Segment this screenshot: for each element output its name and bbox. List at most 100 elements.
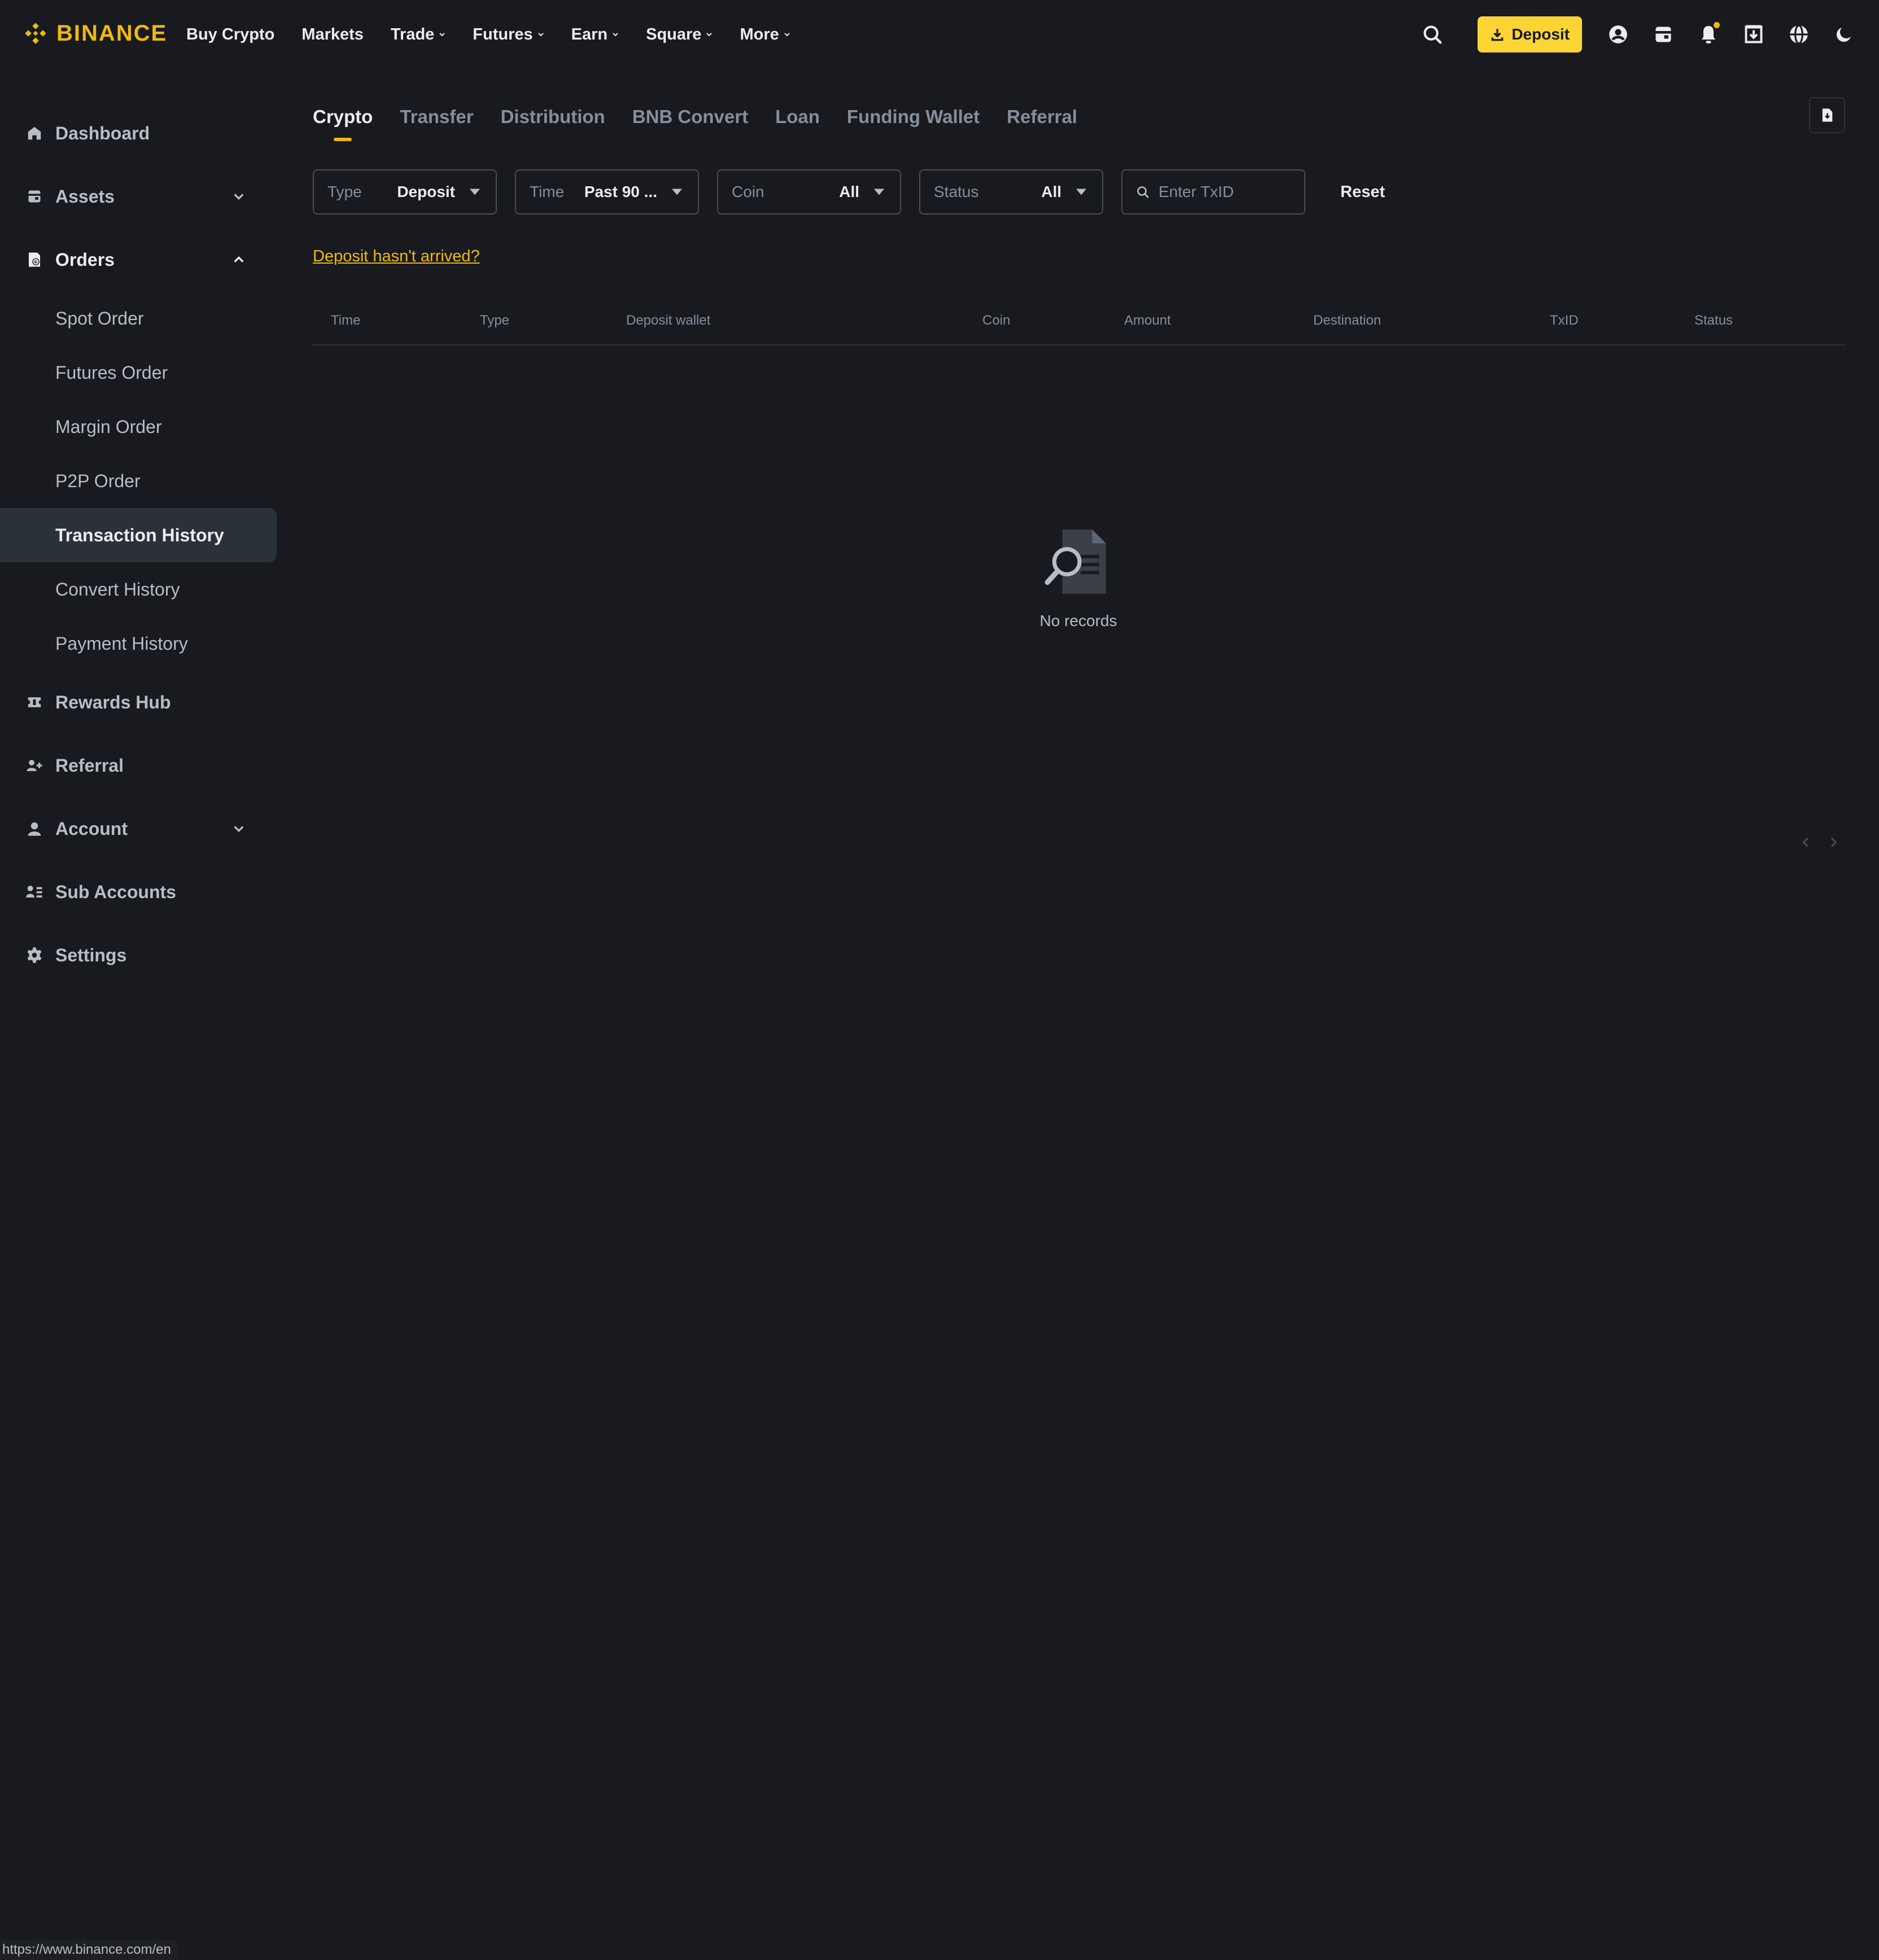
search-icon[interactable]	[1420, 22, 1445, 47]
sidebar-subitem-label: P2P Order	[55, 470, 141, 491]
sidebar-item-label: Sub Accounts	[55, 881, 176, 902]
column-header-destination[interactable]: Destination	[1313, 313, 1381, 329]
wallet-icon	[25, 187, 44, 206]
sidebar: Dashboard Assets Orders Spot Order Futur…	[0, 102, 277, 987]
nav-square[interactable]: Square	[646, 25, 713, 44]
type-select-value: Deposit	[397, 183, 455, 200]
gear-icon	[25, 946, 44, 965]
tab-transfer[interactable]: Transfer	[400, 106, 473, 128]
chevron-down-icon	[439, 33, 445, 37]
sidebar-item-label: Orders	[55, 249, 115, 270]
wallet-icon[interactable]	[1651, 22, 1676, 47]
nav-label: Earn	[571, 25, 608, 43]
binance-logo-icon	[25, 23, 46, 44]
sidebar-item-sub-accounts[interactable]: Sub Accounts	[0, 860, 277, 924]
column-header-type[interactable]: Type	[480, 313, 509, 329]
table-header: Time Type Deposit wallet Coin Amount Des…	[313, 299, 1845, 345]
globe-icon[interactable]	[1786, 22, 1811, 47]
sidebar-subitem-convert-history[interactable]: Convert History	[0, 562, 277, 616]
column-header-txid[interactable]: TxID	[1550, 313, 1579, 329]
sidebar-item-account[interactable]: Account	[0, 797, 277, 860]
time-select-label: Time	[530, 183, 565, 200]
column-header-deposit-wallet[interactable]: Deposit wallet	[626, 313, 710, 329]
sidebar-subitem-margin-order[interactable]: Margin Order	[0, 400, 277, 454]
sidebar-item-label: Referral	[55, 755, 124, 776]
sidebar-item-assets[interactable]: Assets	[0, 165, 277, 228]
time-select[interactable]: Time Past 90 ...	[515, 169, 699, 215]
brand-name: BINANCE	[56, 20, 168, 46]
chevron-right-icon[interactable]	[1828, 835, 1838, 849]
deposit-not-arrived-link[interactable]: Deposit hasn't arrived?	[313, 247, 480, 266]
sidebar-item-label: Assets	[55, 186, 115, 207]
sidebar-subitem-label: Convert History	[55, 579, 180, 600]
deposit-button[interactable]: Deposit	[1478, 16, 1582, 53]
user-icon[interactable]	[1606, 22, 1631, 47]
nav-label: Buy Crypto	[186, 25, 275, 43]
history-tabs: Crypto Transfer Distribution BNB Convert…	[313, 106, 1077, 128]
binance-logo[interactable]: BINANCE	[23, 20, 167, 46]
sidebar-subitem-p2p-order[interactable]: P2P Order	[0, 454, 277, 508]
chevron-left-icon[interactable]	[1801, 835, 1811, 849]
caret-down-icon	[874, 189, 884, 195]
column-header-coin[interactable]: Coin	[982, 313, 1010, 329]
download-app-icon[interactable]	[1741, 22, 1766, 47]
nav-buy-crypto[interactable]: Buy Crypto	[186, 25, 274, 44]
pagination	[1801, 835, 1838, 849]
coin-select[interactable]: Coin All	[717, 169, 901, 215]
caret-down-icon	[1076, 189, 1086, 195]
chevron-down-icon	[234, 194, 244, 200]
export-file-icon	[1822, 108, 1833, 122]
type-select-label: Type	[327, 183, 362, 200]
empty-state: No records	[1015, 525, 1142, 630]
tab-bnb-convert[interactable]: BNB Convert	[632, 106, 748, 128]
top-header: BINANCE Buy Crypto Markets Trade Futures…	[0, 0, 1879, 69]
nav-trade[interactable]: Trade	[391, 25, 445, 44]
sidebar-item-dashboard[interactable]: Dashboard	[0, 102, 277, 165]
nav-futures[interactable]: Futures	[473, 25, 544, 44]
export-button[interactable]	[1809, 97, 1845, 133]
sidebar-subitem-transaction-history[interactable]: Transaction History	[0, 508, 277, 562]
txid-placeholder: Enter TxID	[1159, 183, 1234, 200]
sub-accounts-icon	[25, 882, 44, 902]
moon-icon[interactable]	[1832, 22, 1856, 47]
sidebar-item-referral[interactable]: Referral	[0, 734, 277, 797]
sidebar-subitem-spot-order[interactable]: Spot Order	[0, 291, 277, 345]
sidebar-item-rewards-hub[interactable]: Rewards Hub	[0, 671, 277, 734]
nav-more[interactable]: More	[740, 25, 790, 44]
tab-funding-wallet[interactable]: Funding Wallet	[847, 106, 980, 128]
column-header-amount[interactable]: Amount	[1124, 313, 1171, 329]
add-user-icon	[25, 756, 44, 775]
sidebar-subitem-payment-history[interactable]: Payment History	[0, 616, 277, 671]
nav-label: More	[740, 25, 779, 43]
chevron-down-icon	[234, 826, 244, 833]
sidebar-subitem-label: Margin Order	[55, 416, 162, 437]
coin-select-value: All	[839, 183, 859, 200]
sidebar-subitem-label: Payment History	[55, 633, 188, 654]
filter-bar: Type Deposit Time Past 90 ... Coin All S…	[313, 169, 1385, 215]
nav-markets[interactable]: Markets	[301, 25, 364, 44]
reset-button[interactable]: Reset	[1340, 183, 1385, 202]
type-select[interactable]: Type Deposit	[313, 169, 497, 215]
sidebar-subitem-futures-order[interactable]: Futures Order	[0, 345, 277, 400]
sidebar-subitem-label: Transaction History	[55, 524, 224, 545]
sidebar-item-label: Rewards Hub	[55, 692, 171, 712]
chevron-down-icon	[538, 33, 544, 37]
tab-referral[interactable]: Referral	[1007, 106, 1077, 128]
sidebar-item-settings[interactable]: Settings	[0, 924, 277, 987]
sidebar-item-orders[interactable]: Orders	[0, 228, 277, 291]
tab-loan[interactable]: Loan	[775, 106, 820, 128]
tab-distribution[interactable]: Distribution	[501, 106, 605, 128]
status-select[interactable]: Status All	[919, 169, 1103, 215]
nav-label: Square	[646, 25, 702, 43]
tab-crypto[interactable]: Crypto	[313, 106, 373, 128]
deposit-button-label: Deposit	[1511, 25, 1570, 43]
column-header-time[interactable]: Time	[331, 313, 360, 329]
chevron-down-icon	[613, 33, 618, 37]
orders-icon	[25, 250, 44, 269]
nav-label: Markets	[301, 25, 364, 43]
nav-earn[interactable]: Earn	[571, 25, 619, 44]
column-header-status[interactable]: Status	[1694, 313, 1733, 329]
bell-icon[interactable]	[1696, 22, 1721, 47]
txid-search-input[interactable]: Enter TxID	[1121, 169, 1305, 215]
chevron-down-icon	[784, 33, 790, 37]
